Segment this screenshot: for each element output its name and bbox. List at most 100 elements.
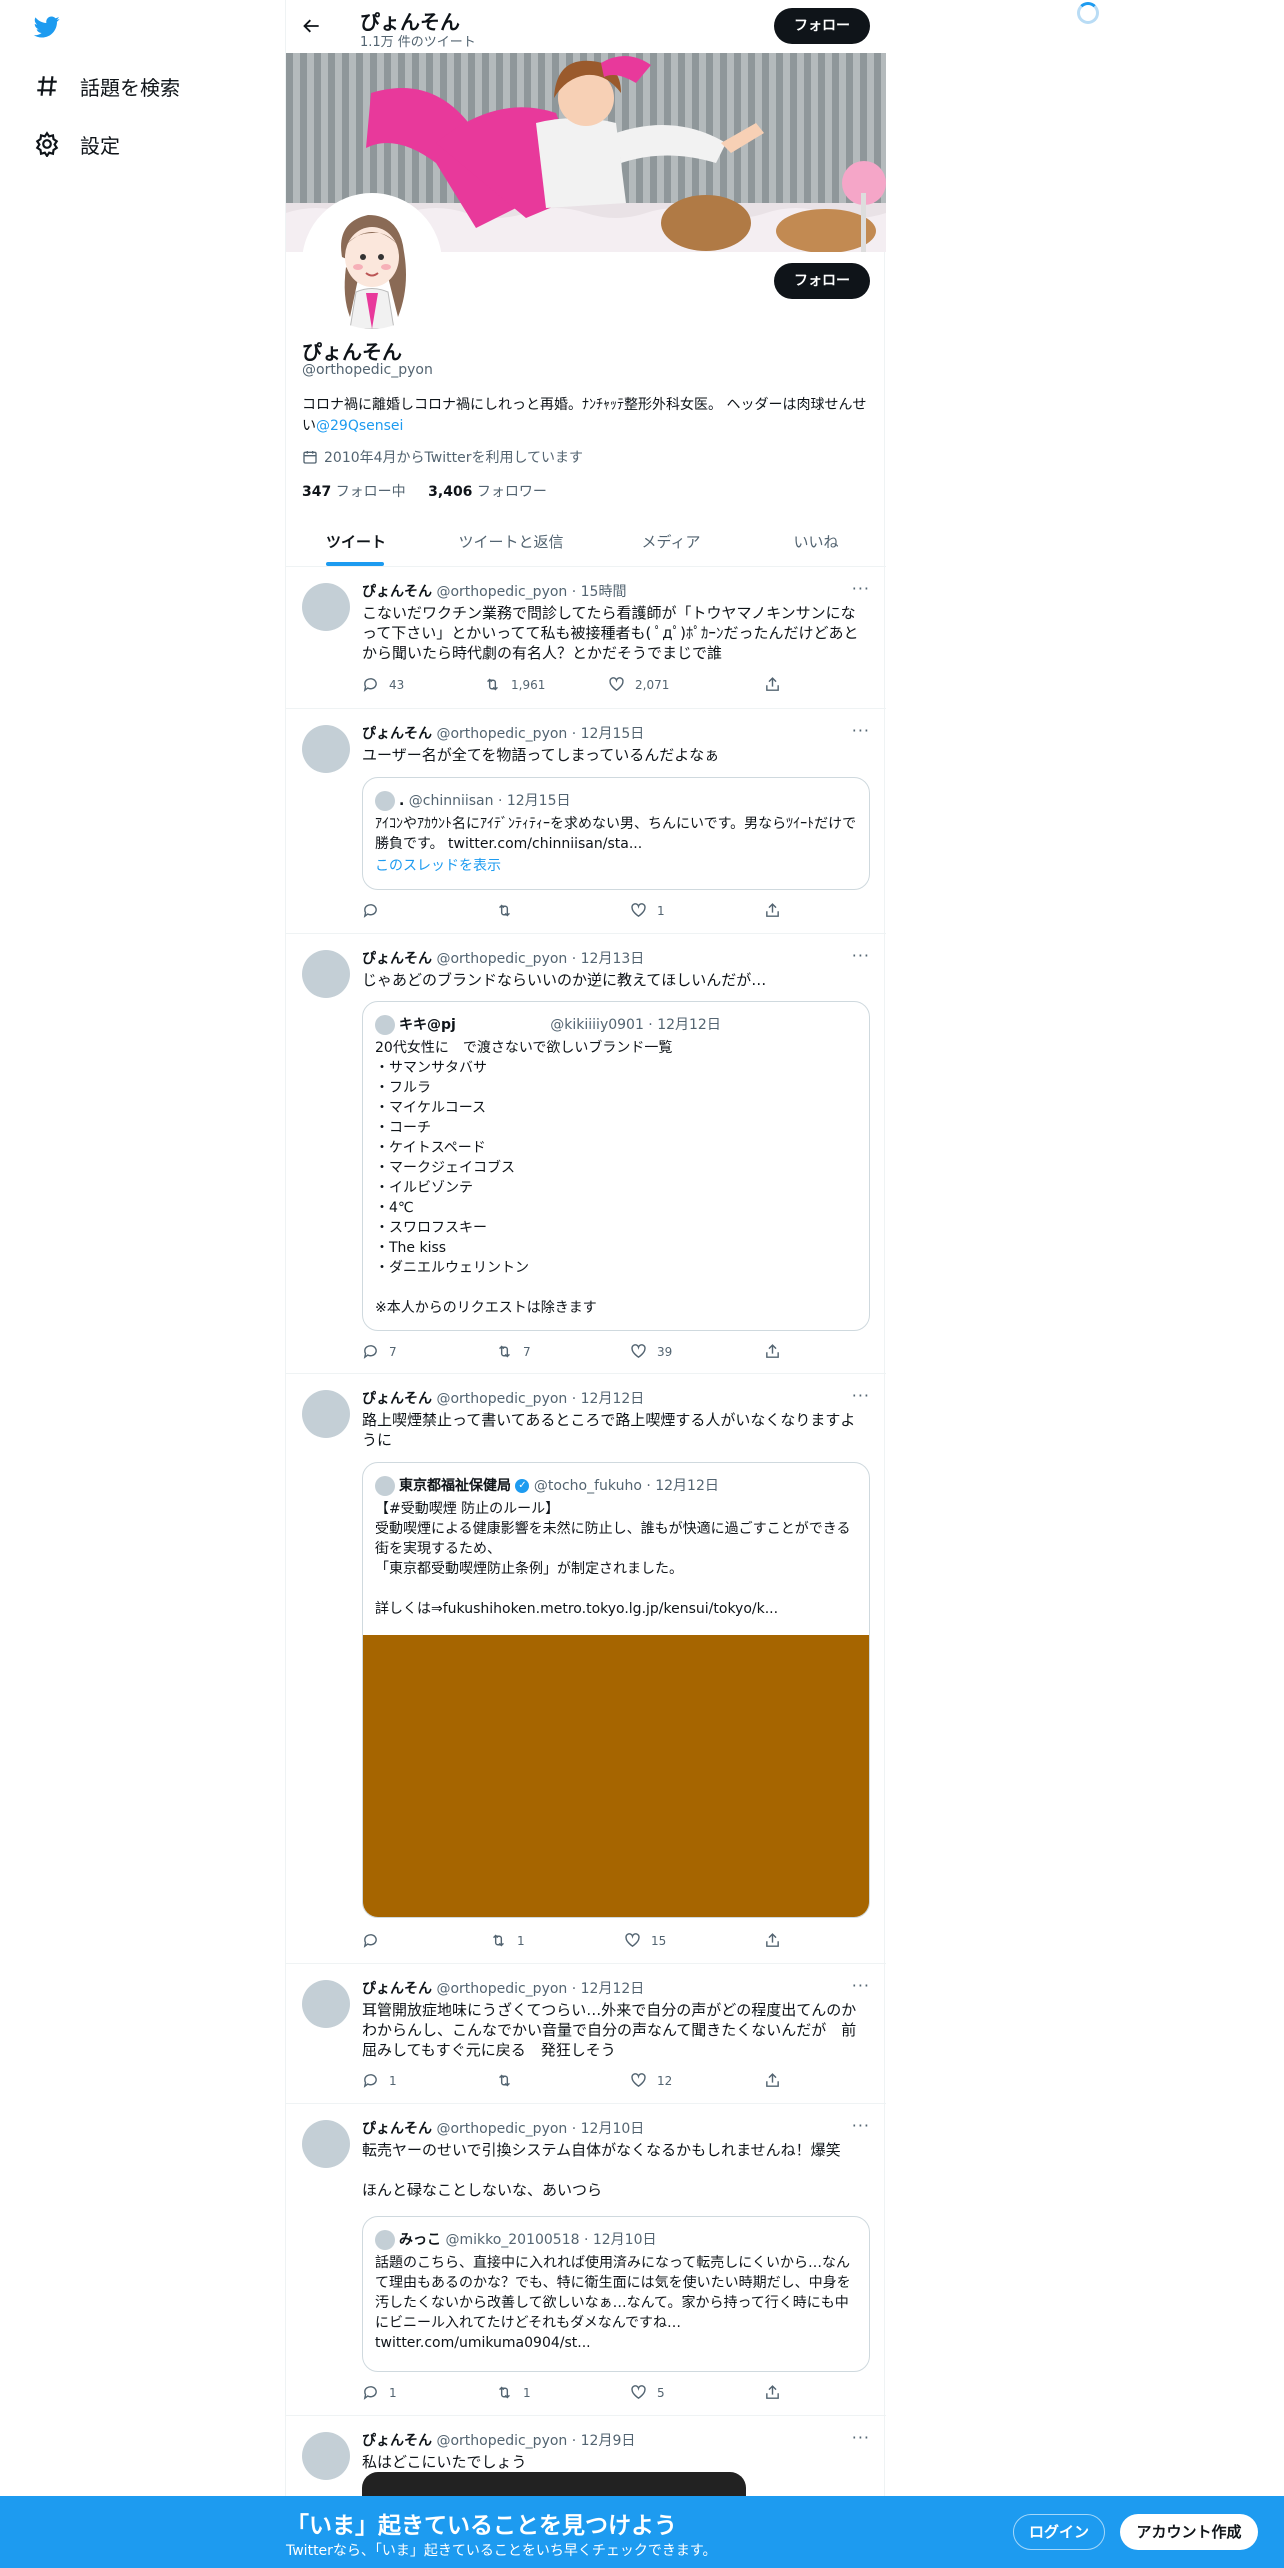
header-follow-button[interactable]: フォロー [774, 8, 870, 44]
bottom-bar-title: 「いま」起きていることを見つけよう [286, 2513, 677, 2539]
reply-button[interactable]: 43 [362, 676, 404, 693]
signup-button[interactable]: アカウント作成 [1120, 2514, 1258, 2550]
retweet-button[interactable]: 1 [490, 1932, 525, 1949]
main-column: ぴょんそん 1.1万 件のツイート フォロー フォロー ぴょんそん @ortho… [285, 0, 886, 2568]
tweet-text: じゃあどのブランドならいいのか逆に教えてほしいんだが… [362, 971, 767, 989]
quote-meta: @tocho_fukuho · 12月12日 [533, 1478, 719, 1494]
like-button[interactable]: 5 [630, 2384, 665, 2401]
quote-tweet[interactable]: みっこ @mikko_20100518 · 12月10日 話題のこちら、直接中に… [362, 2216, 870, 2372]
quote-media-image[interactable] [363, 1635, 869, 1917]
tweet-author-name[interactable]: ぴょんそん [362, 726, 432, 742]
like-button[interactable]: 12 [630, 2072, 672, 2089]
nav-settings[interactable]: 設定 [34, 126, 120, 162]
tab-tweets-replies[interactable]: ツイートと返信 [426, 510, 596, 566]
share-button[interactable] [764, 676, 791, 693]
share-button[interactable] [764, 902, 791, 919]
heart-icon [631, 903, 646, 918]
twitter-logo-icon[interactable] [32, 14, 62, 44]
tweet-text: ユーザー名が全てを物語ってしまっているんだよなぁ [362, 746, 720, 764]
tweet-avatar[interactable] [302, 2120, 350, 2168]
tweet[interactable]: ぴょんそん @orthopedic_pyon · 12月10日 ··· 転売ヤー… [286, 2104, 886, 2416]
tweet-header: ぴょんそん @orthopedic_pyon · 12月12日 [362, 1388, 644, 1408]
retweet-button[interactable] [496, 902, 523, 919]
tweet-avatar[interactable] [302, 725, 350, 773]
tweet-author-name[interactable]: ぴょんそん [362, 1391, 432, 1407]
retweet-button[interactable]: 1 [496, 2384, 531, 2401]
tab-tweets-replies-label: ツイートと返信 [458, 533, 564, 551]
tweet-author-name[interactable]: ぴょんそん [362, 2433, 432, 2449]
quote-text: 【#受動喫煙 防止のルール】 受動喫煙による健康影響を未然に防止し、誰もが快適に… [375, 1501, 851, 1617]
reply-button[interactable]: 1 [362, 2072, 397, 2089]
back-arrow-icon[interactable] [302, 16, 322, 40]
more-icon[interactable]: ··· [852, 1976, 870, 1995]
show-thread-link[interactable]: このスレッドを表示 [375, 856, 859, 876]
tweet[interactable]: ぴょんそん @orthopedic_pyon · 12月13日 ··· じゃあど… [286, 934, 886, 1374]
reply-button[interactable]: 7 [362, 1343, 397, 1360]
quote-tweet[interactable]: キキ@pj @kikiiiiy0901 · 12月12日 20代女性に で渡さな… [362, 1001, 870, 1331]
tweet[interactable]: ぴょんそん @orthopedic_pyon · 12月12日 ··· 路上喫煙… [286, 1374, 886, 1964]
tweet-avatar[interactable] [302, 583, 350, 631]
share-button[interactable] [764, 2384, 791, 2401]
profile-avatar[interactable] [302, 193, 442, 333]
like-button[interactable]: 39 [630, 1343, 672, 1360]
more-icon[interactable]: ··· [852, 2428, 870, 2447]
retweet-button[interactable]: 7 [496, 1343, 531, 1360]
tweet-header: ぴょんそん @orthopedic_pyon · 12月13日 [362, 948, 644, 968]
tab-likes-label: いいね [793, 533, 839, 551]
tweet-actions: 1 1 5 [362, 2384, 792, 2404]
share-button[interactable] [764, 1343, 791, 1360]
tab-media[interactable]: メディア [596, 510, 746, 566]
loading-spinner [1077, 2, 1099, 24]
tweet-author-name[interactable]: ぴょんそん [362, 951, 432, 967]
tweet-meta: @orthopedic_pyon · 12月15日 [436, 726, 645, 742]
tweet[interactable]: ぴょんそん @orthopedic_pyon · 12月15日 ··· ユーザー… [286, 709, 886, 934]
bio-mention-link[interactable]: @29Qsensei [316, 418, 403, 434]
reply-button[interactable] [362, 902, 389, 919]
nav-explore[interactable]: 話題を検索 [34, 68, 180, 104]
tweet-author-name[interactable]: ぴょんそん [362, 1981, 432, 1997]
share-button[interactable] [764, 2072, 791, 2089]
share-button[interactable] [764, 1932, 791, 1949]
quote-tweet[interactable]: . @chinniisan · 12月15日 ｱｲｺﾝやｱｶｳﾝﾄ名にｱｲﾃﾞﾝ… [362, 777, 870, 890]
retweet-count: 1 [523, 2385, 531, 2400]
quote-avatar [375, 1476, 395, 1496]
like-button[interactable]: 15 [624, 1932, 666, 1949]
like-count: 5 [657, 2385, 665, 2400]
tab-media-label: メディア [641, 533, 701, 551]
reply-button[interactable] [362, 1932, 389, 1949]
tweet-text: 路上喫煙禁止って書いてあるところで路上喫煙する人がいなくなりますように [362, 1411, 856, 1449]
heart-icon [625, 1933, 640, 1948]
tweet-avatar[interactable] [302, 2432, 350, 2480]
tweet[interactable]: ぴょんそん @orthopedic_pyon · 15時間 ··· こないだワク… [286, 567, 886, 709]
reply-icon [363, 904, 377, 918]
like-button[interactable]: 2,071 [608, 676, 669, 693]
login-button[interactable]: ログイン [1013, 2514, 1105, 2550]
reply-count: 1 [389, 2385, 397, 2400]
tweet-author-name[interactable]: ぴょんそん [362, 584, 432, 600]
like-button[interactable]: 1 [630, 902, 665, 919]
reply-button[interactable]: 1 [362, 2384, 397, 2401]
more-icon[interactable]: ··· [852, 2116, 870, 2135]
signup-bottom-bar: 「いま」起きていることを見つけよう Twitterなら、「いま」起きていることを… [0, 2496, 1284, 2568]
quote-author-name: キキ@pj [399, 1017, 456, 1033]
quote-tweet[interactable]: 東京都福祉保健局 ✓ @tocho_fukuho · 12月12日 【#受動喫煙… [362, 1462, 870, 1918]
retweet-button[interactable]: 1,961 [484, 676, 545, 693]
tweet-author-name[interactable]: ぴょんそん [362, 2121, 432, 2137]
tweet-avatar[interactable] [302, 950, 350, 998]
tab-tweets[interactable]: ツイート [286, 510, 426, 566]
following-link[interactable]: 347 フォロー中 [302, 484, 406, 500]
more-icon[interactable]: ··· [852, 1386, 870, 1405]
profile-follow-button[interactable]: フォロー [774, 263, 870, 299]
more-icon[interactable]: ··· [852, 721, 870, 740]
profile-bio: コロナ禍に離婚しコロナ禍にしれっと再婚。ﾅﾝﾁｬｯﾃ整形外科女医。 ヘッダーは肉… [302, 395, 870, 437]
tweet[interactable]: ぴょんそん @orthopedic_pyon · 12月12日 ··· 耳管開放… [286, 1964, 886, 2104]
followers-link[interactable]: 3,406 フォロワー [428, 484, 547, 500]
retweet-button[interactable] [496, 2072, 523, 2089]
more-icon[interactable]: ··· [852, 946, 870, 965]
more-icon[interactable]: ··· [852, 579, 870, 598]
tweet-avatar[interactable] [302, 1980, 350, 2028]
tweet-meta: @orthopedic_pyon · 12月9日 [436, 2433, 636, 2449]
tab-likes[interactable]: いいね [746, 510, 886, 566]
verified-badge-icon: ✓ [515, 1479, 530, 1493]
tweet-avatar[interactable] [302, 1390, 350, 1438]
